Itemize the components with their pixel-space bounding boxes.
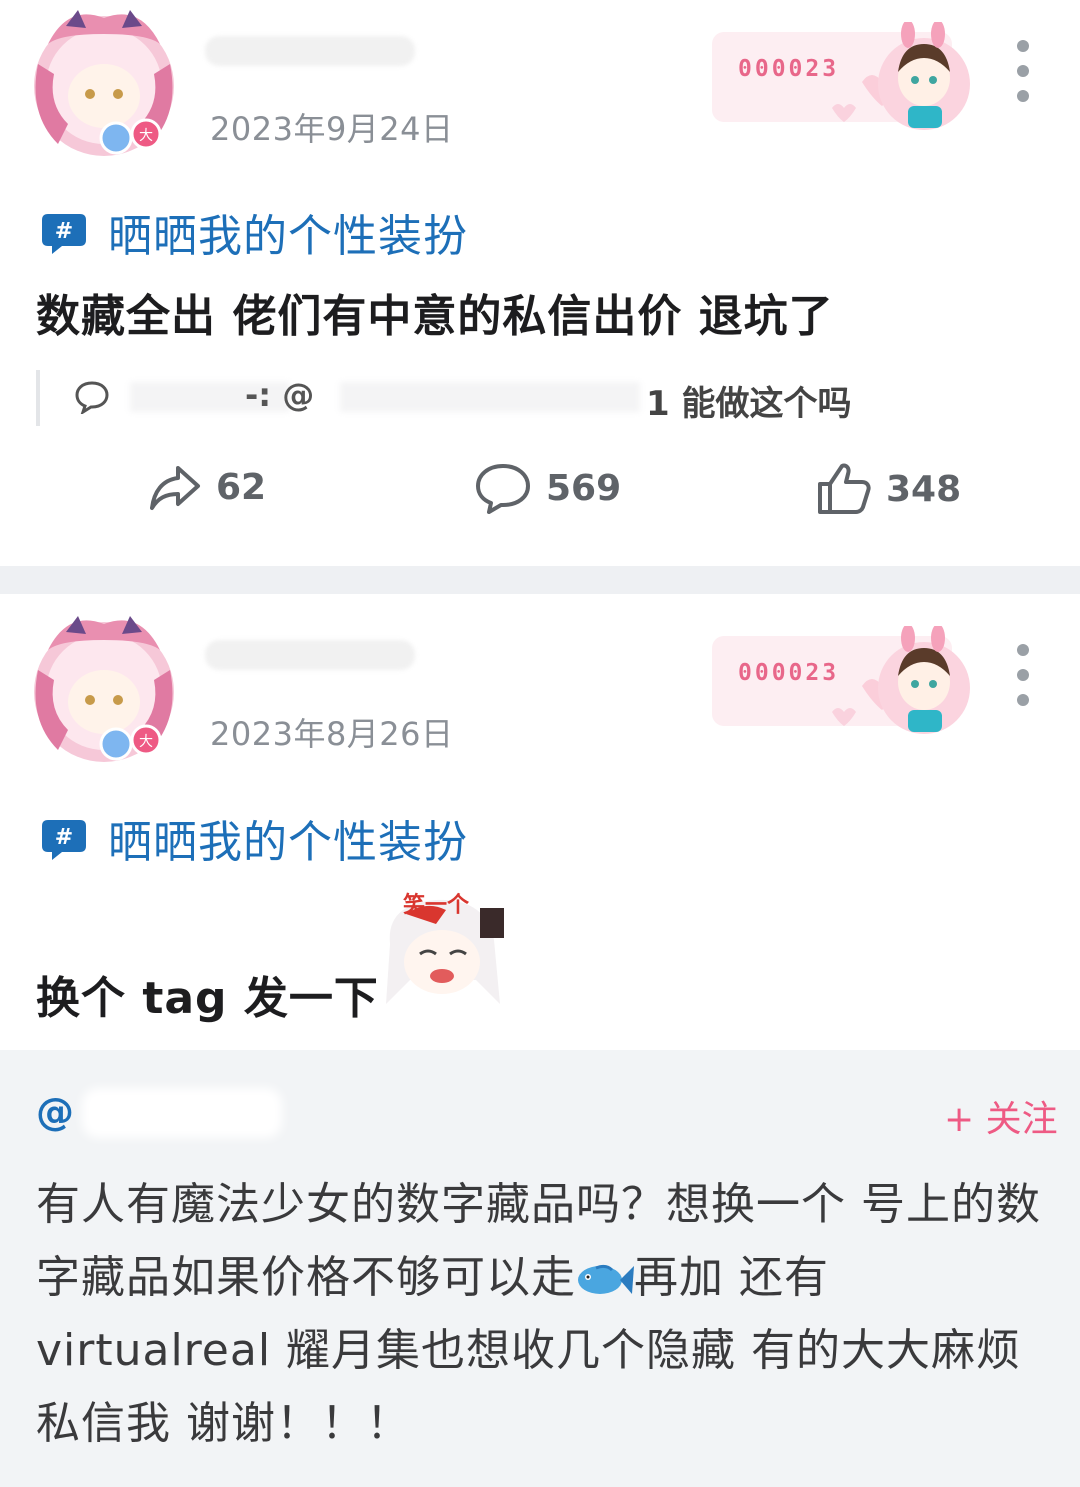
reposted-card[interactable]: @ + 关注 有人有魔法少女的数字藏品吗？想换一个 号上的数字藏品如果价格不够可… — [0, 1050, 1080, 1487]
svg-text:#: # — [55, 825, 73, 850]
post-date: 2023年8月26日 — [210, 715, 454, 753]
comment-text: 1 能做这个吗 — [646, 384, 852, 424]
fan-badge[interactable]: 000023 — [712, 20, 974, 134]
avatar[interactable]: 大 — [18, 610, 190, 770]
mention-redacted — [340, 382, 640, 412]
sticker-caption: 笑一个 — [403, 892, 470, 918]
comment-prefix: -: @ — [245, 376, 315, 414]
username-redacted[interactable] — [205, 36, 415, 66]
reposted-username-redacted[interactable] — [82, 1088, 282, 1138]
comment-preview[interactable]: -: @ 1 能做这个吗 — [36, 370, 980, 426]
avatar[interactable]: 大 — [18, 4, 190, 164]
like-icon — [818, 463, 871, 514]
sticker-illustration: 笑一个 — [376, 884, 510, 1018]
username-redacted[interactable] — [205, 640, 415, 670]
sticker-image[interactable]: 笑一个 — [376, 884, 510, 1018]
topic-tag[interactable]: # 晒晒我的个性装扮 — [40, 806, 468, 870]
svg-text:大: 大 — [139, 734, 153, 750]
post-content: 换个 tag 发一下 — [36, 973, 379, 1024]
follow-button[interactable]: + 关注 — [944, 1090, 1058, 1142]
topic-tag[interactable]: # 晒晒我的个性装扮 — [40, 200, 468, 264]
share-button[interactable]: 62 — [148, 462, 266, 512]
topic-label: 晒晒我的个性装扮 — [108, 211, 468, 262]
topic-hash-icon: # — [42, 820, 86, 860]
share-count: 62 — [216, 466, 267, 508]
mention-at: @ — [36, 1090, 74, 1134]
svg-text:#: # — [55, 219, 73, 244]
svg-text:大: 大 — [139, 128, 153, 144]
share-icon — [150, 466, 200, 510]
reposted-text-part1: 有人有魔法少女的数字藏品吗？想换一个 号上的数字藏品如果价格不够可以走 — [36, 1179, 1041, 1303]
more-icon[interactable] — [1010, 644, 1036, 714]
comment-button[interactable]: 569 — [474, 462, 621, 514]
action-bar: 62 569 348 — [0, 462, 1080, 532]
topic-hash-icon: # — [42, 214, 86, 254]
post-card-1: 大 2023年9月24日 000023 # 晒晒我的个性装扮 数藏全出 佬们有中… — [0, 0, 1080, 566]
comment-icon — [476, 464, 530, 514]
post-date: 2023年9月24日 — [210, 110, 454, 148]
post-content: 数藏全出 佬们有中意的私信出价 退坑了 — [36, 291, 834, 342]
badge-number: 000023 — [738, 660, 840, 686]
badge-number: 000023 — [738, 56, 840, 82]
like-count: 348 — [886, 468, 962, 510]
comment-bubble-icon — [75, 381, 109, 414]
post-divider — [0, 566, 1080, 594]
fan-badge[interactable]: 000023 — [712, 624, 974, 738]
more-icon[interactable] — [1010, 40, 1036, 110]
comment-count: 569 — [546, 467, 622, 509]
topic-label: 晒晒我的个性装扮 — [108, 817, 468, 868]
fish-emoji-icon — [578, 1264, 634, 1294]
like-button[interactable]: 348 — [816, 462, 961, 516]
reposted-text: 有人有魔法少女的数字藏品吗？想换一个 号上的数字藏品如果价格不够可以走 再加 还… — [36, 1168, 1056, 1460]
